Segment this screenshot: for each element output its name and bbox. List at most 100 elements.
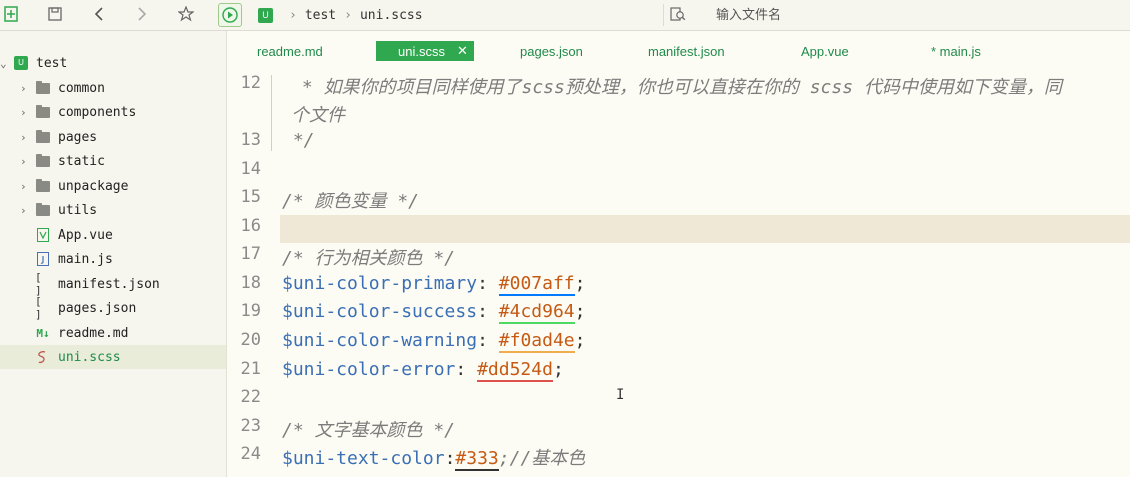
line-comment: ;//基本色 (498, 448, 586, 469)
tree-item-common[interactable]: › common (0, 76, 226, 100)
folder-icon (35, 178, 51, 193)
tree-item-components[interactable]: › components (0, 100, 226, 124)
folder-icon (35, 202, 51, 217)
chevron-right-icon[interactable]: › (20, 180, 30, 193)
tab-uni-scss[interactable]: uni.scss ✕ (376, 41, 474, 61)
code-line: 12 * 如果你的项目同样使用了scss预处理，你也可以直接在你的 scss 代… (227, 73, 1130, 101)
tree-item-main-js[interactable]: main.js (0, 247, 226, 271)
line-text: */ (282, 130, 315, 151)
line-number: 15 (240, 187, 261, 207)
folder-icon (35, 80, 51, 95)
punctuation: ; (574, 301, 586, 322)
code-line: 13 */ (227, 130, 1130, 158)
code-line: 18 $uni-color-primary: #007aff; (227, 273, 1130, 301)
code-line: 23 /* 文字基本颜色 */ (227, 416, 1130, 444)
line-text: /* 行为相关颜色 */ (282, 248, 456, 269)
tab-label: uni.scss (398, 43, 445, 59)
tree-item-uni-scss[interactable]: uni.scss (0, 345, 226, 369)
code-line: 21 $uni-color-error: #dd524d; (227, 359, 1130, 387)
chevron-right-icon[interactable]: › (20, 131, 30, 144)
color-value: #4cd964 (498, 301, 575, 324)
scss-file-icon (35, 350, 51, 364)
chevron-right-icon[interactable]: › (20, 106, 30, 119)
chevron-right-icon[interactable]: › (20, 204, 30, 217)
folder-icon (35, 153, 51, 168)
tree-item-static[interactable]: › static (0, 149, 226, 173)
folder-icon (35, 129, 51, 144)
tree-item-label: manifest.json (58, 276, 160, 292)
line-text: $uni-color-primary: #007aff; (282, 273, 586, 296)
project-root[interactable]: ⌄ U test (0, 51, 226, 75)
json-file-icon: [ ] (35, 295, 42, 321)
editor-tabs: readme.md uni.scss ✕ pages.json manifest… (227, 31, 1130, 67)
tree-item-label: App.vue (58, 227, 113, 243)
code-line: 15 /* 颜色变量 */ (227, 187, 1130, 215)
line-number: 14 (240, 159, 261, 179)
tree-item-label: static (58, 153, 105, 169)
line-text: /* 文字基本颜色 */ (282, 420, 456, 441)
tab-pages-json[interactable]: pages.json (520, 41, 583, 61)
project-label: test (36, 55, 68, 71)
line-text: * 如果你的项目同样使用了scss预处理，你也可以直接在你的 scss 代码中使… (291, 77, 1062, 98)
punctuation: ; (552, 359, 564, 380)
scss-variable: $uni-color-primary (282, 273, 478, 294)
breadcrumb-file[interactable]: uni.scss (360, 8, 423, 23)
color-value: #dd524d (477, 359, 553, 382)
tree-item-utils[interactable]: › utils (0, 198, 226, 222)
line-number: 24 (240, 444, 261, 464)
line-number: 20 (240, 330, 261, 350)
line-text: $uni-color-warning: #f0ad4e; (282, 330, 585, 353)
line-number: 16 (240, 216, 261, 236)
tree-item-pages-json[interactable]: [ ] pages.json (0, 295, 226, 321)
scss-variable: $uni-text-color (282, 448, 445, 469)
save-icon[interactable] (44, 3, 66, 25)
line-number: 18 (240, 273, 261, 293)
punctuation: ; (574, 273, 586, 294)
forward-icon[interactable] (131, 3, 153, 25)
tree-item-label: components (58, 104, 137, 120)
breadcrumb-root[interactable]: test (305, 8, 336, 23)
project-icon: U (13, 56, 29, 70)
punctuation: : (444, 448, 456, 469)
code-line: 19 $uni-color-success: #4cd964; (227, 301, 1130, 329)
vue-file-icon (35, 228, 51, 242)
tab-main-js[interactable]: * main.js (931, 41, 981, 61)
scss-variable: $uni-color-success (282, 301, 478, 322)
tree-item-app-vue[interactable]: App.vue (0, 223, 226, 247)
markdown-file-icon: M↓ (36, 326, 50, 340)
chevron-right-icon: › (289, 7, 297, 23)
color-value: #007aff (498, 273, 575, 296)
tab-manifest-json[interactable]: manifest.json (648, 41, 725, 61)
code-line: 14 (227, 159, 1130, 187)
chevron-right-icon[interactable]: › (20, 82, 30, 95)
code-line: 个文件 (227, 101, 1130, 129)
toolbar: U › test › uni.scss (0, 0, 1130, 31)
search-input[interactable] (714, 6, 1018, 24)
line-number: 13 (240, 130, 261, 150)
tree-item-readme-md[interactable]: M↓ readme.md (0, 321, 226, 345)
star-icon[interactable] (175, 3, 197, 25)
color-value: #f0ad4e (498, 330, 575, 353)
close-icon[interactable]: ✕ (457, 43, 468, 59)
tree-item-label: main.js (58, 251, 113, 267)
line-text: /* 颜色变量 */ (282, 191, 420, 212)
line-number: 21 (240, 359, 261, 379)
tree-item-pages[interactable]: › pages (0, 125, 226, 149)
code-line: 22 (227, 387, 1130, 415)
code-editor[interactable]: 12 * 如果你的项目同样使用了scss预处理，你也可以直接在你的 scss 代… (227, 67, 1130, 477)
json-file-icon: [ ] (35, 271, 42, 297)
tree-item-manifest-json[interactable]: [ ] manifest.json (0, 271, 226, 297)
line-number: 19 (240, 301, 261, 321)
line-number: 22 (240, 387, 261, 407)
run-icon[interactable] (218, 3, 242, 27)
new-file-icon[interactable] (0, 3, 22, 25)
chevron-down-icon[interactable]: ⌄ (0, 57, 10, 70)
code-line: 17 /* 行为相关颜色 */ (227, 244, 1130, 272)
line-text: $uni-text-color:#333;//基本色 (282, 444, 586, 471)
line-number: 17 (240, 244, 261, 264)
tree-item-unpackage[interactable]: › unpackage (0, 174, 226, 198)
chevron-right-icon[interactable]: › (20, 155, 30, 168)
tab-app-vue[interactable]: App.vue (801, 41, 849, 61)
tab-readme-md[interactable]: readme.md (257, 41, 323, 61)
back-icon[interactable] (88, 3, 110, 25)
